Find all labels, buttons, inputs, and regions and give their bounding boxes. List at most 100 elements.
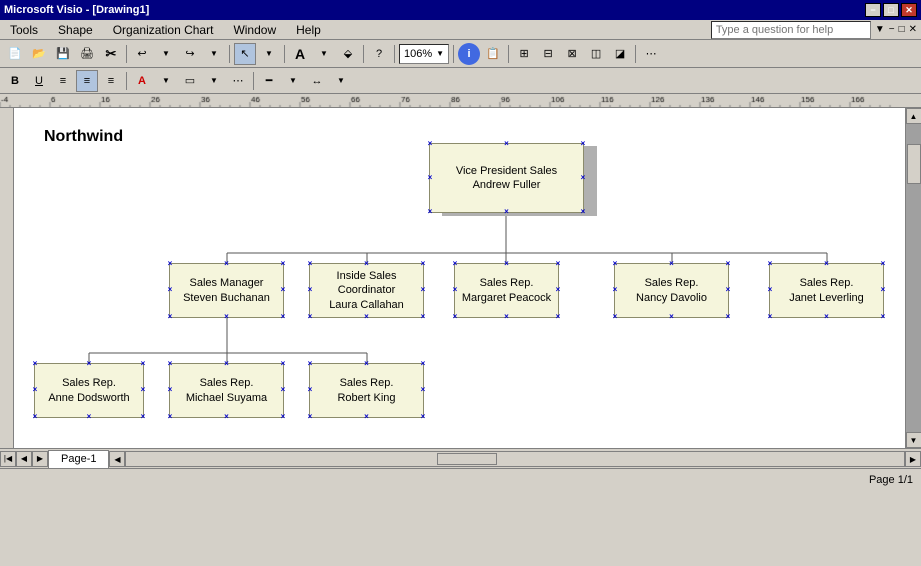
handle-sub3-6: × [363,413,371,421]
align-center-btn[interactable]: ≡ [76,70,98,92]
handle-sr1-0: × [451,260,459,268]
handle-sub1-0: × [31,360,39,368]
org-node-sr1[interactable]: Sales Rep.Margaret Peacock×××××××× [454,263,559,318]
tab-page1[interactable]: Page-1 [48,450,109,468]
scroll-track-v[interactable] [906,124,921,432]
fill-btn[interactable]: ⬙ [337,43,359,65]
handle-sub1-7: × [139,413,147,421]
scroll-right-btn[interactable]: ▶ [905,451,921,467]
scrollbar-h[interactable] [125,451,905,467]
help-max-icon[interactable]: □ [899,24,905,35]
handle-isc-1: × [363,260,371,268]
org-node-sr3[interactable]: Sales Rep.Janet Leverling×××××××× [769,263,884,318]
expand-btn[interactable]: ⋯ [640,43,662,65]
org-node-isc[interactable]: Inside Sales CoordinatorLaura Callahan××… [309,263,424,318]
zoom-dropdown[interactable]: 106% ▼ [399,44,449,64]
undo-btn[interactable]: ↩ [131,43,153,65]
layout-btn2[interactable]: ⊟ [537,43,559,65]
redo-btn[interactable]: ↪ [179,43,201,65]
menu-window[interactable]: Window [227,21,282,39]
close-button[interactable]: ✕ [901,3,917,17]
handle-sr2-4: × [724,287,732,295]
bold-btn[interactable]: B [4,70,26,92]
fill-color-btn[interactable]: ▭ [179,70,201,92]
save-btn[interactable]: 💾 [52,43,74,65]
scroll-thumb-v[interactable] [907,144,921,184]
org-node-vp[interactable]: Vice President SalesAndrew Fuller×××××××… [429,143,584,213]
connector-arrow[interactable]: ▼ [330,70,352,92]
layout-btn1[interactable]: ⊞ [513,43,535,65]
fill-color-arrow[interactable]: ▼ [203,70,225,92]
font-color-arrow[interactable]: ▼ [155,70,177,92]
zoom-arrow-icon: ▼ [436,49,444,58]
scroll-left-btn[interactable]: ◀ [109,451,125,467]
org-node-sub2[interactable]: Sales Rep.Michael Suyama×××××××× [169,363,284,418]
cut-btn[interactable]: ✂ [100,43,122,65]
handle-sr3-0: × [766,260,774,268]
handle-vp-7: × [579,208,587,216]
tab-first-btn[interactable]: |◀ [0,451,16,467]
title-bar-controls: − □ ✕ [865,3,917,17]
underline-btn[interactable]: U [28,70,50,92]
help-input[interactable] [711,21,871,39]
scrollbar-vertical[interactable]: ▲ ▼ [905,108,921,448]
menu-tools[interactable]: Tools [4,21,44,39]
sep7 [508,45,509,63]
text-btn[interactable]: A [289,43,311,65]
zoom-value: 106% [404,48,432,60]
tab-prev-btn[interactable]: ◀ [16,451,32,467]
help-arrow-icon[interactable]: ▼ [875,24,885,35]
handle-sub2-5: × [166,413,174,421]
org-node-sr2[interactable]: Sales Rep.Nancy Davolio×××××××× [614,263,729,318]
task-btn[interactable]: 📋 [482,43,504,65]
info-btn[interactable]: i [458,43,480,65]
page-status: Page 1/1 [869,474,913,486]
handle-sm-6: × [223,313,231,321]
help-close-icon[interactable]: ✕ [909,24,917,35]
layout-btn4[interactable]: ◫ [585,43,607,65]
minimize-button[interactable]: − [865,3,881,17]
help-min-icon[interactable]: − [889,24,895,35]
handle-sr2-6: × [668,313,676,321]
pointer-btn[interactable]: ↖ [234,43,256,65]
line-style-btn[interactable]: ━ [258,70,280,92]
layout-btn5[interactable]: ◪ [609,43,631,65]
more-btn[interactable]: ⋯ [227,70,249,92]
text-arrow[interactable]: ▼ [313,43,335,65]
org-node-sm[interactable]: Sales ManagerSteven Buchanan×××××××× [169,263,284,318]
maximize-button[interactable]: □ [883,3,899,17]
align-right-btn[interactable]: ≡ [100,70,122,92]
align-left-btn[interactable]: ≡ [52,70,74,92]
menu-help[interactable]: Help [290,21,327,39]
undo-arrow[interactable]: ▼ [155,43,177,65]
connector-btn[interactable]: ↔ [306,70,328,92]
window-title: Microsoft Visio - [Drawing1] [4,4,149,16]
handle-sr3-4: × [879,287,887,295]
org-node-sub1[interactable]: Sales Rep.Anne Dodsworth×××××××× [34,363,144,418]
canvas-area[interactable]: Northwind Vice President SalesAndrew [14,108,905,448]
scroll-thumb-h[interactable] [437,453,497,465]
handle-isc-3: × [306,287,314,295]
line-arrow[interactable]: ▼ [282,70,304,92]
horizontal-ruler [0,94,921,108]
help-btn[interactable]: ? [368,43,390,65]
help-area: ▼ − □ ✕ [711,21,917,39]
menu-org-chart[interactable]: Organization Chart [107,21,220,39]
open-btn[interactable]: 📂 [28,43,50,65]
new-btn[interactable]: 📄 [4,43,26,65]
layout-btn3[interactable]: ⊠ [561,43,583,65]
redo-arrow[interactable]: ▼ [203,43,225,65]
scroll-up-btn[interactable]: ▲ [906,108,921,124]
pointer-arrow[interactable]: ▼ [258,43,280,65]
handle-vp-1: × [503,140,511,148]
handle-sub2-7: × [279,413,287,421]
sep9 [126,72,127,90]
print-btn[interactable]: 🖨 [76,43,98,65]
menu-shape[interactable]: Shape [52,21,99,39]
scroll-down-btn[interactable]: ▼ [906,432,921,448]
font-color-btn[interactable]: A [131,70,153,92]
tab-next-btn[interactable]: ▶ [32,451,48,467]
handle-vp-6: × [503,208,511,216]
org-node-sub3[interactable]: Sales Rep.Robert King×××××××× [309,363,424,418]
handle-isc-6: × [363,313,371,321]
